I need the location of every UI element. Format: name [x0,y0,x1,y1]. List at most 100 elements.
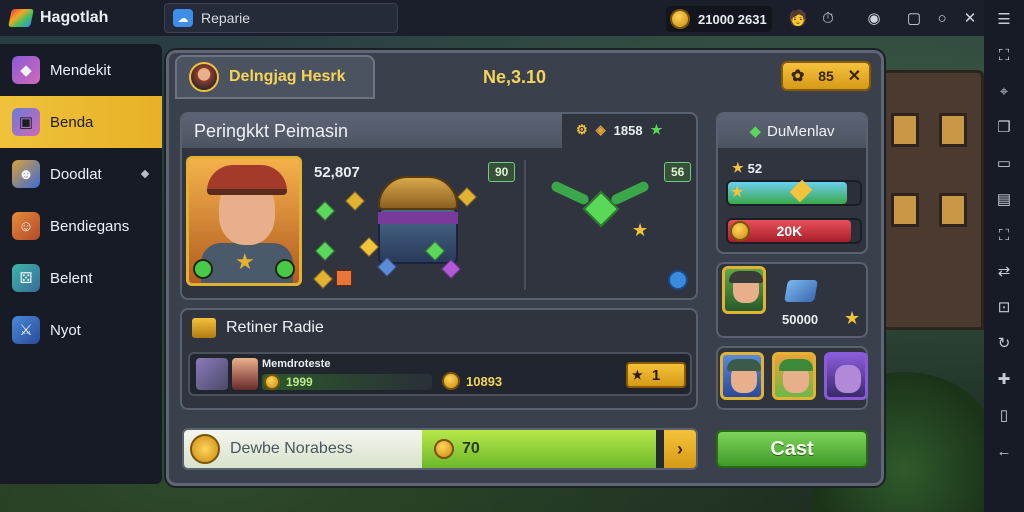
dice-icon: ⚄ [12,264,40,292]
red-progress-bar: 20K [726,218,862,244]
panel-tab-active[interactable]: Delngjag Hesrk [175,55,375,99]
coin-icon [442,372,460,390]
folder-icon[interactable]: ▯ [993,404,1015,426]
sidebar-item-bendiegans[interactable]: ☺ Bendiegans [0,200,162,252]
cloud-icon: ☁ [173,9,193,27]
counter-value: 1858 [613,122,643,138]
robot-avatar [196,358,228,390]
section-rank-title: Peringkkt Peimasin [194,120,349,141]
star-icon: ★ [632,368,643,382]
notification-dot [140,169,150,179]
rank-star-icon: ★ [235,249,255,274]
screen-icon[interactable]: ▭ [993,152,1015,174]
sidebar-item-doodlat[interactable]: ☻ Doodlat [0,148,162,200]
expand-icon[interactable]: ⛶ [993,44,1015,66]
menu-icon[interactable]: ☰ [993,8,1015,30]
close-icon[interactable]: ✕ [848,66,861,86]
layout-icon[interactable]: ▤ [993,188,1015,210]
item-secondary-price: 10893 [442,372,502,390]
minimize-icon[interactable]: ▢ [904,8,924,28]
coin-icon [264,374,280,390]
top-badge-value: 85 [818,68,834,84]
divider [524,160,526,290]
sidebar-item-label: Bendiegans [50,217,130,235]
gem-icon: ◆ [749,123,761,140]
panel-center-title: Ne,3.10 [483,67,547,87]
shake-icon[interactable]: ⇄ [993,260,1015,282]
sidebar-item-label: Belent [50,269,93,287]
star-icon: ★ [730,184,745,201]
team-portrait-1[interactable] [720,352,764,400]
sidebar-item-label: Nyot [50,321,81,339]
puzzle-icon[interactable]: ✚ [993,368,1015,390]
app-tab[interactable]: ☁ Reparie [164,3,398,33]
background-house [874,70,984,330]
top-bar: Hagotlah ☁ Reparie 21000 2631 🧑 ⏱ ◉ ▢ ○ … [0,0,984,36]
star-stat: ★ 52 [732,160,763,176]
red-bar-label: 20K [776,223,803,239]
treasure-chest-icon[interactable] [372,176,464,268]
sidebar-item-mendekit[interactable]: ◆ Mendekit [0,44,162,96]
avatar [189,62,219,92]
star-icon: ★ [650,122,663,137]
circle-icon[interactable]: ○ [932,8,952,28]
profile-icon[interactable]: 🧑 [788,8,808,28]
character-avatar [232,358,258,390]
sidebar-item-label: Doodlat [50,165,102,183]
coin-value: 21000 2631 [698,11,767,27]
timer-icon[interactable]: ⏱ [818,8,838,28]
green-progress-bar: ★ [726,179,862,206]
quantity-button[interactable]: ★ 1 [626,362,686,388]
hero-icon: ☺ [12,212,40,240]
hero-card[interactable]: ★ [186,156,302,286]
chevron-right-icon[interactable]: › [664,430,696,468]
info-icon[interactable] [668,270,688,290]
cast-button[interactable]: Cast [716,430,868,468]
team-portrait-3[interactable] [824,352,868,400]
green-label: 90 [488,162,516,182]
screenshot-icon[interactable]: ⊡ [993,296,1015,318]
green-label: 56 [664,162,692,182]
star-icon: ★ [632,220,649,240]
gold-stack-icon [192,318,216,338]
rotate-icon[interactable]: ↻ [993,332,1015,354]
coin-counter: 21000 2631 [666,6,772,32]
back-icon[interactable]: ← [993,440,1015,462]
location-icon[interactable]: ⌖ [993,80,1015,102]
sidebar-item-label: Benda [50,113,94,131]
item-row[interactable]: Memdroteste 1999 10893 ★ 1 [188,352,692,396]
level-badge-icon [193,259,213,279]
section-retiner-title: Retiner Radie [226,319,324,336]
box-icon [336,270,352,286]
resource-value: 50000 [782,312,819,327]
item-progress: 1999 [262,374,432,390]
close-icon[interactable]: ✕ [960,8,980,28]
coin-icon [730,221,750,241]
gear-coin-icon [190,434,220,464]
right-stats-header: ◆ DuMenlav [718,114,866,148]
progress-bar[interactable]: Dewbe Norabess 70 › [182,428,698,470]
star-icon: ★ [844,308,861,328]
sidebar-item-belent[interactable]: ⚄ Belent [0,252,162,304]
team-portrait-2[interactable] [772,352,816,400]
hero-value: 52,807 [314,164,360,181]
app-brand: Hagotlah [0,0,162,36]
panel-tab-title: Delngjag Hesrk [229,68,346,85]
record-icon[interactable]: ◉ [864,8,884,28]
top-badge-button[interactable]: ✿ 85 ✕ [781,61,871,91]
section-rank-header: Peringkkt Peimasin [182,114,562,148]
hero-hat [207,165,287,195]
cube-icon: ▣ [12,108,40,136]
sidebar-item-nyot[interactable]: ⚔ Nyot [0,304,162,356]
copy-icon[interactable]: ❐ [993,116,1015,138]
section-rank-counter: ⚙ ◈ 1858 ★ [576,122,662,138]
item-name: Memdroteste [262,358,331,370]
crop-icon[interactable]: ⛶ [993,224,1015,246]
crystal-icon: ◆ [12,56,40,84]
sidebar-item-benda[interactable]: ▣ Benda [0,96,162,148]
coin-icon [670,9,690,29]
progress-label-area: Dewbe Norabess [184,430,422,468]
character-portrait[interactable] [722,266,766,314]
app-name: Hagotlah [40,9,109,26]
upgrade-badge-icon [275,259,295,279]
